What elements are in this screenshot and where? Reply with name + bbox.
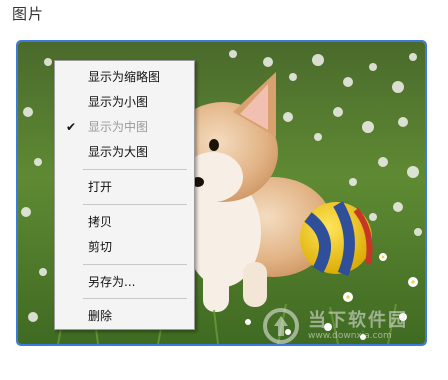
menu-item-label: 删除 [88,309,113,323]
menu-item-label: 另存为... [88,275,136,289]
menu-item-label: 显示为中图 [88,120,149,134]
watermark-logo-icon [263,308,299,344]
menu-item-cut[interactable]: 剪切 [55,236,194,258]
menu-separator [83,264,187,265]
menu-item-delete[interactable]: 删除 [55,305,194,327]
menu-item-small[interactable]: 显示为小图 [55,91,194,113]
menu-item-open[interactable]: 打开 [55,176,194,198]
menu-separator [83,298,187,299]
context-menu: 显示为缩略图 显示为小图 ✔ 显示为中图 显示为大图 打开 拷贝 剪切 另存为.… [54,60,195,330]
menu-item-save-as[interactable]: 另存为... [55,271,194,293]
watermark-title: 当下软件园 [308,310,408,331]
menu-separator [83,204,187,205]
watermark: 当下软件园 www.downxia.com [262,306,427,346]
menu-separator [83,169,187,170]
menu-item-label: 拷贝 [88,215,113,229]
checkmark-icon: ✔ [66,120,77,134]
watermark-url: www.downxia.com [308,331,392,341]
menu-item-label: 剪切 [88,240,113,254]
menu-item-label: 显示为缩略图 [88,70,161,84]
menu-item-thumbnail[interactable]: 显示为缩略图 [55,66,194,88]
menu-item-label: 显示为小图 [88,95,149,109]
menu-item-label: 显示为大图 [88,145,149,159]
menu-item-medium[interactable]: ✔ 显示为中图 [55,116,194,138]
menu-item-copy[interactable]: 拷贝 [55,211,194,233]
menu-item-label: 打开 [88,180,113,194]
menu-item-large[interactable]: 显示为大图 [55,141,194,163]
section-title: 图片 [12,5,45,23]
